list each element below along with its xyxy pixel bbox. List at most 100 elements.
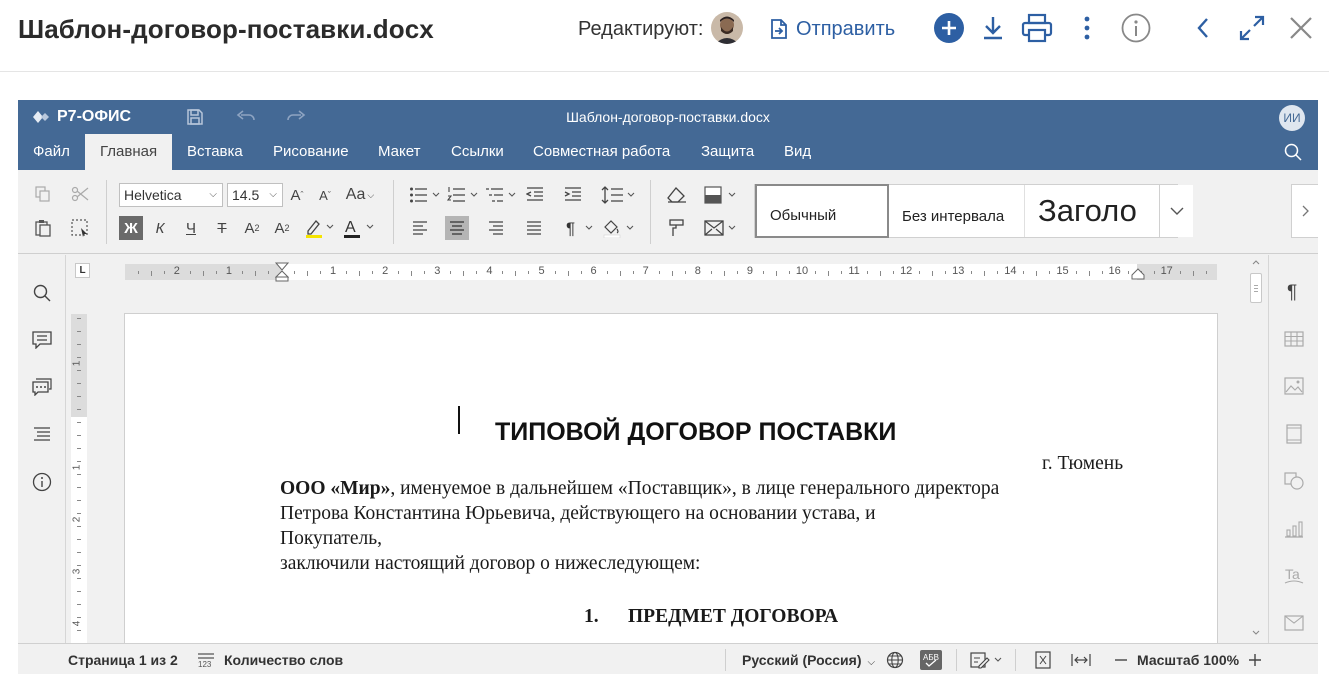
cut-icon[interactable]	[70, 184, 90, 204]
strikethrough-button[interactable]: Т	[211, 216, 233, 240]
search-icon[interactable]	[30, 281, 54, 305]
text-art-icon[interactable]: Ta	[1282, 564, 1306, 588]
ruler-label: 1	[330, 265, 337, 277]
select-all-icon[interactable]	[70, 218, 90, 238]
info-icon[interactable]	[1120, 12, 1152, 44]
multilevel-list-icon[interactable]	[484, 183, 518, 207]
vertical-scrollbar[interactable]	[1246, 255, 1266, 643]
word-count-icon[interactable]: 123	[196, 650, 216, 670]
align-left-icon[interactable]	[408, 216, 432, 240]
italic-button[interactable]: К	[149, 216, 171, 240]
ruler-tick	[736, 271, 738, 274]
align-center-icon[interactable]	[445, 216, 469, 240]
font-color-icon[interactable]: A	[341, 216, 377, 240]
copy-style-icon[interactable]	[666, 216, 688, 240]
mail-merge-icon[interactable]	[703, 216, 739, 240]
right-indent-marker-icon[interactable]	[1131, 267, 1145, 281]
navigation-icon[interactable]	[30, 422, 54, 446]
search-icon[interactable]	[1284, 143, 1302, 161]
paragraph-marks-icon[interactable]: ¶	[562, 216, 598, 240]
tab-references[interactable]: Ссылки	[436, 134, 519, 170]
change-case-icon[interactable]: Aa ⌵	[342, 183, 378, 207]
subscript-icon[interactable]: A2	[271, 216, 293, 240]
style-heading[interactable]: Заголо	[1024, 185, 1159, 237]
page-info[interactable]: Страница 1 из 2	[68, 652, 178, 668]
track-changes-icon[interactable]	[970, 650, 1004, 670]
color-scheme-icon[interactable]	[703, 183, 739, 207]
clear-style-icon[interactable]	[666, 183, 688, 207]
user-avatar-badge[interactable]: ИИ	[1279, 105, 1305, 131]
image-settings-icon[interactable]	[1282, 374, 1306, 398]
paste-icon[interactable]	[33, 218, 53, 238]
language-select[interactable]: Русский (Россия) ⌵	[742, 652, 875, 668]
header-footer-icon[interactable]	[1282, 422, 1306, 446]
close-icon[interactable]	[1285, 12, 1317, 44]
align-right-icon[interactable]	[484, 216, 508, 240]
horizontal-ruler[interactable]: 2 1 1 2 3 4 5 6 7 8 9 10 11 12 13 14 15 16 17	[125, 262, 1217, 282]
copy-icon[interactable]	[33, 184, 53, 204]
toolbar-scroll-right[interactable]	[1291, 184, 1318, 238]
fit-width-icon[interactable]	[1071, 650, 1091, 670]
decrease-indent-icon[interactable]	[523, 183, 547, 207]
more-vertical-icon[interactable]	[1071, 12, 1103, 44]
document-page[interactable]: ТИПОВОЙ ДОГОВОР ПОСТАВКИ г. Тюмень ООО «…	[124, 313, 1218, 643]
send-button[interactable]: Отправить	[770, 14, 895, 44]
indent-marker-icon[interactable]	[275, 262, 289, 282]
mail-merge-settings-icon[interactable]	[1282, 611, 1306, 635]
paragraph-settings-icon[interactable]: ¶	[1282, 279, 1306, 303]
superscript-icon[interactable]: A2	[241, 216, 263, 240]
shading-icon[interactable]	[600, 216, 638, 240]
style-no-spacing[interactable]: Без интервала	[889, 185, 1024, 237]
avatar[interactable]	[711, 12, 743, 44]
download-icon[interactable]	[977, 12, 1009, 44]
underline-button[interactable]: Ч	[180, 216, 202, 240]
add-icon[interactable]	[933, 12, 965, 44]
zoom-out-icon[interactable]	[1111, 650, 1131, 670]
ruler-tick	[398, 271, 400, 274]
tab-protection[interactable]: Защита	[686, 134, 769, 170]
scroll-thumb[interactable]	[1250, 273, 1262, 303]
increase-font-icon[interactable]: Aˆ	[287, 183, 307, 207]
style-gallery-expand[interactable]	[1159, 185, 1193, 237]
highlight-color-icon[interactable]	[301, 216, 337, 240]
tab-view[interactable]: Вид	[769, 134, 826, 170]
expand-icon[interactable]	[1236, 12, 1268, 44]
comments-icon[interactable]	[30, 328, 54, 352]
tab-collaboration[interactable]: Совместная работа	[518, 134, 685, 170]
scroll-up-icon[interactable]	[1251, 257, 1261, 267]
table-settings-icon[interactable]	[1282, 327, 1306, 351]
ruler-tick	[77, 435, 81, 436]
chevron-left-icon[interactable]	[1187, 12, 1219, 44]
chart-settings-icon[interactable]	[1282, 517, 1306, 541]
zoom-level[interactable]: Масштаб 100%	[1137, 652, 1239, 668]
fit-page-icon[interactable]	[1033, 650, 1053, 670]
tab-file[interactable]: Файл	[18, 134, 85, 170]
line-spacing-icon[interactable]	[600, 183, 636, 207]
tab-layout[interactable]: Макет	[363, 134, 435, 170]
font-size-select[interactable]: 14.5 ⌵	[227, 183, 283, 207]
print-icon[interactable]	[1021, 12, 1053, 44]
vertical-ruler[interactable]: 1 1 2 3 4	[71, 314, 87, 643]
font-name-select[interactable]: Helvetica ⌵	[119, 183, 223, 207]
ruler-tick	[775, 271, 777, 276]
numbered-list-icon[interactable]	[446, 183, 480, 207]
style-normal[interactable]: Обычный	[755, 184, 889, 238]
bullet-list-icon[interactable]	[408, 183, 442, 207]
globe-icon[interactable]	[885, 650, 905, 670]
tab-insert[interactable]: Вставка	[172, 134, 258, 170]
document-area[interactable]: L 2 1 1 2 3 4 5 6 7 8 9 10 11 12 13 14 15 16 17 11234 ТИПО…	[67, 255, 1268, 643]
bold-button[interactable]: Ж	[119, 216, 143, 240]
decrease-font-icon[interactable]: Aˇ	[315, 183, 335, 207]
tab-draw[interactable]: Рисование	[258, 134, 364, 170]
info-icon[interactable]	[30, 470, 54, 494]
zoom-in-icon[interactable]	[1245, 650, 1265, 670]
shape-settings-icon[interactable]	[1282, 469, 1306, 493]
word-count-button[interactable]: Количество слов	[224, 652, 343, 668]
tab-stop-type-button[interactable]: L	[75, 263, 90, 278]
increase-indent-icon[interactable]	[561, 183, 585, 207]
tab-home[interactable]: Главная	[85, 134, 173, 170]
align-justify-icon[interactable]	[522, 216, 546, 240]
chat-icon[interactable]	[30, 375, 54, 399]
spell-check-icon[interactable]: АБВ	[920, 650, 942, 670]
scroll-down-icon[interactable]	[1251, 628, 1261, 638]
